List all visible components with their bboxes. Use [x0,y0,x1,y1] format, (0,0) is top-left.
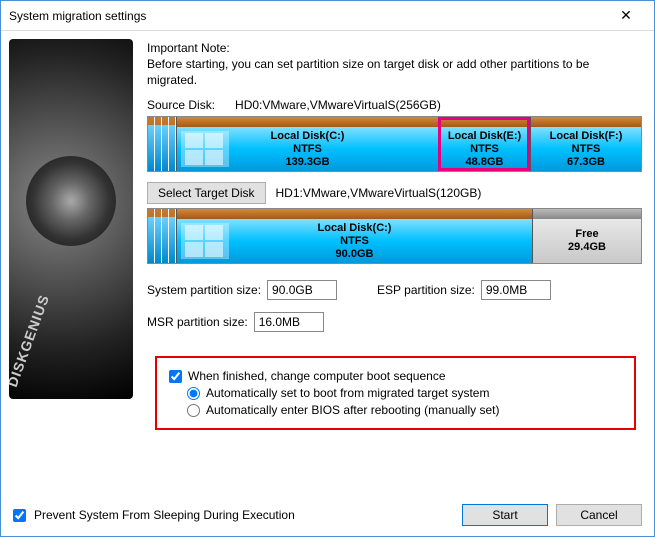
reserved-strip [148,117,154,171]
sidebar [1,31,141,536]
target-diskbar: Local Disk(C:) NTFS 90.0GB Free 29.4GB [147,208,642,264]
esp-partition-size-label: ESP partition size: [377,283,475,297]
source-partition-f[interactable]: Local Disk(F:) NTFS 67.3GB [530,117,641,171]
reserved-strip [169,117,175,171]
partition-label: Local Disk(E:) [448,130,521,143]
cancel-button[interactable]: Cancel [556,504,642,526]
partition-size: 90.0GB [336,248,374,261]
system-partition-size-input[interactable] [267,280,337,300]
start-button[interactable]: Start [462,504,548,526]
windows-icon [185,225,225,259]
prevent-sleep-checkbox[interactable] [13,509,26,522]
system-partition-size-label: System partition size: [147,283,261,297]
partition-fs: NTFS [572,143,601,156]
change-boot-sequence-checkbox[interactable] [169,370,182,383]
partition-label: Local Disk(C:) [271,130,345,143]
partition-fs: NTFS [293,143,322,156]
note-body: Before starting, you can set partition s… [147,57,642,88]
target-disk-name: HD1:VMware,VMwareVirtualS(120GB) [276,186,482,200]
source-partition-c[interactable]: Local Disk(C:) NTFS 139.3GB [176,117,438,171]
boot-sequence-box: When finished, change computer boot sequ… [155,356,636,430]
auto-boot-radio[interactable] [187,387,200,400]
esp-partition-size-input[interactable] [481,280,551,300]
note-heading: Important Note: [147,41,642,55]
reserved-strip [155,117,161,171]
partition-fs: NTFS [470,143,499,156]
reserved-strip [169,209,175,263]
reserved-strip [155,209,161,263]
auto-boot-label: Automatically set to boot from migrated … [206,386,489,400]
enter-bios-radio[interactable] [187,404,200,417]
partition-fs: NTFS [340,235,369,248]
target-partition-c[interactable]: Local Disk(C:) NTFS 90.0GB [176,209,532,263]
partition-size: 139.3GB [285,156,329,169]
change-boot-sequence-label: When finished, change computer boot sequ… [188,369,446,383]
partition-label: Local Disk(F:) [550,130,623,143]
enter-bios-label: Automatically enter BIOS after rebooting… [206,403,499,417]
reserved-strip [148,209,154,263]
partition-size: 48.8GB [466,156,504,169]
window-title: System migration settings [9,9,606,23]
partition-label: Free [575,228,598,241]
source-diskbar: Local Disk(C:) NTFS 139.3GB Local Disk(E… [147,116,642,172]
msr-partition-size-label: MSR partition size: [147,315,248,329]
source-disk-name: HD0:VMware,VMwareVirtualS(256GB) [235,98,441,112]
select-target-disk-button[interactable]: Select Target Disk [147,182,266,204]
partition-size: 67.3GB [567,156,605,169]
partition-label: Local Disk(C:) [318,222,392,235]
close-button[interactable]: ✕ [606,2,646,30]
partition-size: 29.4GB [568,241,606,254]
prevent-sleep-label: Prevent System From Sleeping During Exec… [34,508,295,522]
reserved-strip [162,117,168,171]
msr-partition-size-input[interactable] [254,312,324,332]
source-disk-label: Source Disk: [147,98,215,112]
source-partition-e[interactable]: Local Disk(E:) NTFS 48.8GB [438,117,530,171]
target-partition-free[interactable]: Free 29.4GB [532,209,641,263]
diskgenius-logo [9,39,133,399]
windows-icon [185,133,225,167]
reserved-strip [162,209,168,263]
